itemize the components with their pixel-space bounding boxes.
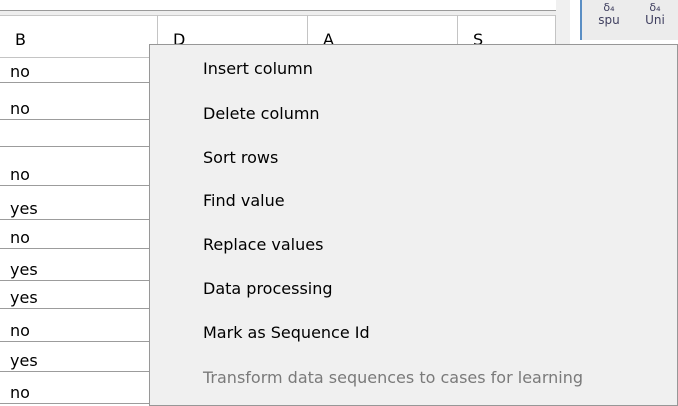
grid-cell[interactable]: no: [0, 98, 150, 120]
grid-cell[interactable]: no: [0, 164, 150, 186]
right-column-header-spu[interactable]: δ₄ spu: [586, 2, 632, 27]
menu-item-find-value[interactable]: Find value: [150, 181, 677, 221]
context-menu: Insert column Delete column Sort rows Fi…: [149, 44, 678, 406]
grid-cell[interactable]: [0, 125, 150, 147]
grid-cell[interactable]: no: [0, 227, 150, 249]
menu-item-delete-column[interactable]: Delete column: [150, 94, 677, 134]
grid-cell[interactable]: yes: [0, 350, 150, 372]
right-panel-header: δ₄ spu δ₄ Uni: [580, 0, 678, 40]
right-column-header-uni[interactable]: δ₄ Uni: [632, 2, 678, 27]
grid-cell[interactable]: no: [0, 382, 150, 404]
menu-item-replace-values[interactable]: Replace values: [150, 225, 677, 265]
grid-cell[interactable]: yes: [0, 259, 150, 281]
grid-cell[interactable]: no: [0, 320, 150, 342]
column-label: spu: [598, 13, 620, 27]
menu-item-insert-column[interactable]: Insert column: [150, 49, 677, 89]
menu-item-sort-rows[interactable]: Sort rows: [150, 138, 677, 178]
grid-cell[interactable]: no: [0, 61, 150, 83]
menu-item-transform-sequences: Transform data sequences to cases for le…: [203, 368, 584, 387]
grid-cell[interactable]: yes: [0, 198, 150, 220]
column-label: Uni: [645, 13, 665, 27]
grid-cell[interactable]: yes: [0, 287, 150, 309]
menu-item-data-processing[interactable]: Data processing: [150, 269, 677, 309]
column-header-b[interactable]: B: [0, 15, 158, 57]
menu-item-mark-as-sequence-id[interactable]: Mark as Sequence Id: [150, 313, 677, 353]
